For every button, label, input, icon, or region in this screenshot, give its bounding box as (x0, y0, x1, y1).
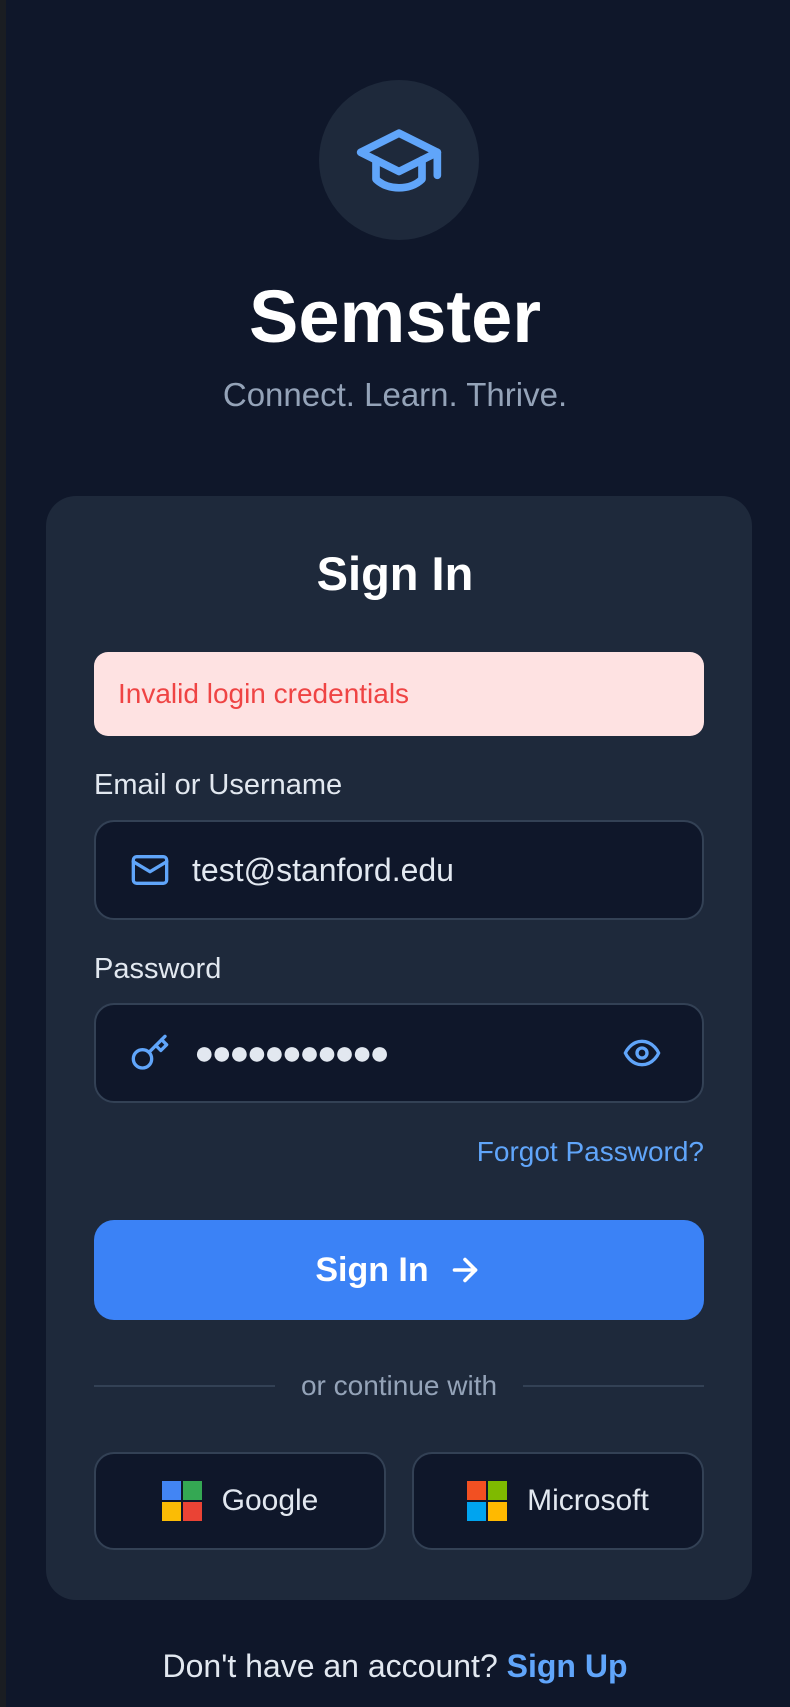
microsoft-button-label: Microsoft (527, 1484, 649, 1517)
arrow-right-icon (452, 1257, 477, 1283)
key-icon (131, 1034, 169, 1070)
password-value[interactable]: ●●●●●●●●●●● (194, 1005, 390, 1101)
google-icon (161, 1481, 202, 1521)
graduation-cap-icon (356, 129, 442, 192)
sign-in-title: Sign In (316, 547, 474, 600)
password-label: Password (94, 953, 222, 985)
app-logo (319, 80, 479, 240)
sign-up-link[interactable]: Sign Up (507, 1648, 628, 1684)
divider-line-left (94, 1385, 275, 1387)
forgot-password-link[interactable]: Forgot Password? (477, 1134, 704, 1170)
mail-icon (131, 855, 169, 885)
sign-in-button-label: Sign In (315, 1250, 429, 1289)
google-button[interactable]: Google (94, 1452, 386, 1550)
email-value[interactable]: test@stanford.edu (192, 822, 454, 918)
password-field[interactable]: ●●●●●●●●●●● (94, 1003, 704, 1103)
google-button-label: Google (221, 1484, 319, 1517)
sign-in-button[interactable]: Sign In (94, 1220, 704, 1320)
app-tagline: Connect. Learn. Thrive. (222, 376, 568, 413)
window-edge (0, 0, 6, 1707)
signup-prompt: Don't have an account? Sign Up (0, 1646, 790, 1686)
divider-text: or continue with (300, 1370, 498, 1401)
eye-icon[interactable] (622, 1033, 662, 1073)
email-label: Email or Username (94, 769, 343, 801)
email-field[interactable]: test@stanford.edu (94, 820, 704, 920)
error-message: Invalid login credentials (118, 678, 410, 709)
divider-line-right (523, 1385, 705, 1387)
signup-prompt-text: Don't have an account? (162, 1648, 498, 1684)
error-banner: Invalid login credentials (94, 652, 704, 736)
app-title: Semster (248, 275, 542, 358)
microsoft-icon (467, 1481, 508, 1521)
social-divider: or continue with (94, 1368, 705, 1404)
microsoft-button[interactable]: Microsoft (412, 1452, 704, 1550)
